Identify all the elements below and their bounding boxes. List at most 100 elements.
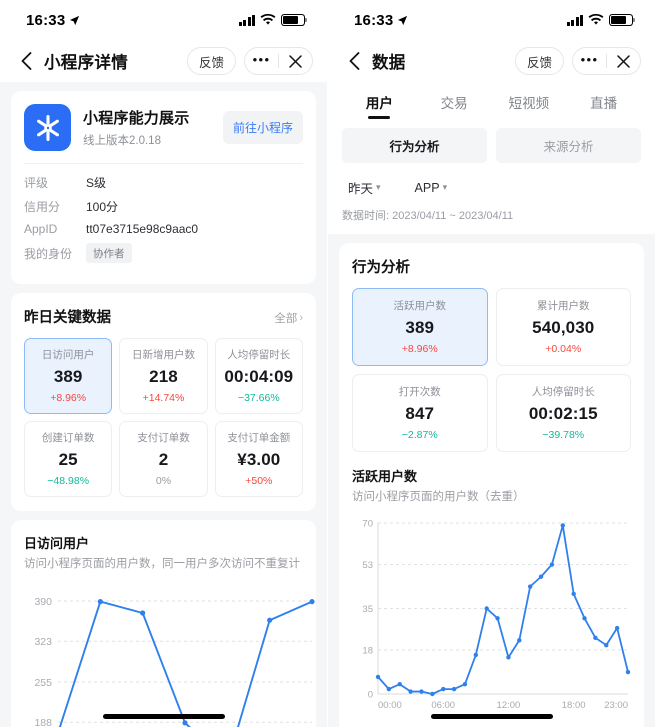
metric-delta: +14.74%: [142, 392, 185, 404]
metric-card[interactable]: 日访问用户 389 +8.96%: [24, 338, 113, 414]
chevron-right-icon: ›: [299, 312, 303, 324]
svg-text:70: 70: [362, 518, 373, 529]
tab-live[interactable]: 直播: [566, 82, 641, 119]
metric-value: 00:04:09: [224, 367, 294, 386]
mini-program-app-icon: [24, 104, 71, 151]
key-data-metric-grid: 日访问用户 389 +8.96% 日新增用户数 218 +14.74% 人均停留…: [24, 338, 303, 497]
metric-card[interactable]: 累计用户数 540,030 +0.04%: [495, 288, 631, 366]
metric-card[interactable]: 日新增用户数 218 +14.74%: [119, 338, 208, 414]
segment-source-analysis[interactable]: 来源分析: [496, 128, 641, 163]
wifi-icon: [260, 14, 276, 25]
svg-text:0: 0: [368, 689, 373, 700]
metric-delta: 0%: [155, 475, 172, 487]
chevron-left-icon: [21, 52, 31, 70]
behavior-analysis-title: 行为分析: [352, 260, 410, 276]
metric-label: 日访问用户: [41, 349, 95, 361]
filter-platform-label: APP: [414, 180, 440, 195]
status-bar-time-right: 16:33: [354, 12, 408, 29]
filter-date-label: 昨天: [348, 182, 374, 196]
metric-delta: −2.87%: [401, 429, 438, 441]
metric-delta: +8.96%: [50, 392, 87, 404]
metric-card[interactable]: 打开次数 847 −2.87%: [352, 374, 488, 452]
metric-value: 25: [58, 450, 78, 469]
identity-badge: 协作者: [86, 243, 132, 263]
svg-text:06:00: 06:00: [431, 700, 455, 711]
metric-delta: +50%: [245, 475, 273, 487]
key-data-title: 昨日关键数据: [24, 310, 111, 326]
metric-label: 人均停留时长: [531, 386, 595, 398]
left-chart-title: 日访问用户: [24, 536, 90, 551]
svg-text:35: 35: [362, 604, 373, 615]
segmented-control: 行为分析 来源分析: [328, 119, 655, 167]
svg-text:390: 390: [34, 596, 52, 608]
left-screen: 16:33 小程序详情 反馈 ••• 小程序能力展示 线上版本2.0.18 前往…: [0, 0, 328, 727]
capsule-menu-left: •••: [244, 47, 313, 75]
svg-text:323: 323: [34, 636, 52, 648]
goto-mini-program-button[interactable]: 前往小程序: [222, 111, 303, 144]
left-chart-area[interactable]: 390 323 255 188: [24, 582, 315, 727]
segment-behavior-analysis[interactable]: 行为分析: [342, 128, 487, 163]
svg-text:23:00: 23:00: [604, 700, 628, 711]
more-button-right[interactable]: •••: [573, 48, 606, 74]
metric-delta: −39.78%: [542, 429, 585, 441]
metric-card[interactable]: 人均停留时长 00:04:09 −37.66%: [214, 338, 303, 414]
tab-short-video[interactable]: 短视频: [492, 82, 567, 119]
close-button-left[interactable]: [279, 48, 312, 74]
tab-users[interactable]: 用户: [342, 82, 417, 119]
behavior-metric-grid: 活跃用户数 389 +8.96% 累计用户数 540,030 +0.04% 打开…: [352, 288, 631, 452]
nav-bar-left: 小程序详情 反馈 •••: [0, 40, 327, 82]
info-row-identity: 我的身份 协作者: [24, 243, 303, 263]
tab-transactions[interactable]: 交易: [417, 82, 492, 119]
app-logo-glyph: [36, 114, 59, 141]
metric-value: 389: [405, 318, 435, 337]
metric-value: 00:02:15: [528, 404, 598, 423]
metric-card[interactable]: 活跃用户数 389 +8.96%: [352, 288, 488, 366]
metric-label: 创建订单数: [41, 432, 95, 444]
metric-value: 218: [149, 367, 178, 386]
filter-date-dropdown[interactable]: 昨天 ▾: [348, 178, 381, 197]
svg-text:255: 255: [34, 677, 52, 689]
info-value: 100分: [86, 200, 119, 214]
feedback-button-left[interactable]: 反馈: [186, 47, 236, 75]
metric-card[interactable]: 创建订单数 25 −48.98%: [24, 421, 113, 497]
info-row-rating: 评级 S级: [24, 174, 303, 191]
info-key: AppID: [24, 222, 58, 236]
status-bar-right: 16:33: [328, 0, 655, 40]
metric-label: 人均停留时长: [227, 349, 291, 361]
right-chart-area[interactable]: 0 18 35 53 70 00:00 06:00 12:00 18:00 23:00: [352, 515, 631, 720]
close-icon: [289, 54, 302, 68]
metric-card[interactable]: 人均停留时长 00:02:15 −39.78%: [495, 374, 631, 452]
metric-card[interactable]: 支付订单数 2 0%: [119, 421, 208, 497]
metric-value: 540,030: [532, 318, 595, 337]
metric-value: 2: [158, 450, 169, 469]
filter-row: 昨天 ▾ APP ▾: [328, 167, 655, 201]
metric-card[interactable]: 支付订单金额 ¥3.00 +50%: [214, 421, 303, 497]
right-chart-subtitle: 访问小程序页面的用户数（去重）: [352, 491, 525, 503]
filter-platform-dropdown[interactable]: APP ▾: [415, 178, 448, 197]
page-title-right: 数据: [372, 54, 406, 72]
active-users-hourly-line-chart: 0 18 35 53 70 00:00 06:00 12:00 18:00 23:00: [362, 518, 631, 711]
more-button-left[interactable]: •••: [245, 48, 278, 74]
top-tab-bar: 用户 交易 短视频 直播: [328, 82, 655, 119]
feedback-button-right[interactable]: 反馈: [514, 47, 564, 75]
chevron-left-icon: [349, 52, 359, 70]
view-all-label: 全部: [274, 313, 298, 325]
metric-value: ¥3.00: [237, 450, 281, 469]
back-button-left[interactable]: [14, 49, 38, 73]
battery-icon: [281, 14, 308, 26]
status-bar-indicators-left: [238, 14, 308, 26]
nav-actions-right: 反馈 •••: [514, 47, 641, 75]
info-key: 信用分: [24, 200, 61, 214]
status-bar-time-left: 16:33: [26, 12, 80, 29]
app-meta: 小程序能力展示 线上版本2.0.18: [83, 107, 223, 148]
daily-visitors-line-chart: 390 323 255 188: [34, 596, 315, 727]
key-data-view-all-link[interactable]: 全部 ›: [274, 310, 303, 326]
close-button-right[interactable]: [607, 48, 640, 74]
wifi-icon: [588, 14, 604, 25]
location-arrow-icon: [70, 15, 80, 25]
date-range-text: 数据时间: 2023/04/11 ~ 2023/04/11: [328, 201, 655, 234]
info-key: 我的身份: [24, 246, 73, 261]
metric-label: 打开次数: [398, 386, 441, 398]
svg-text:18: 18: [362, 645, 373, 656]
back-button-right[interactable]: [342, 49, 366, 73]
